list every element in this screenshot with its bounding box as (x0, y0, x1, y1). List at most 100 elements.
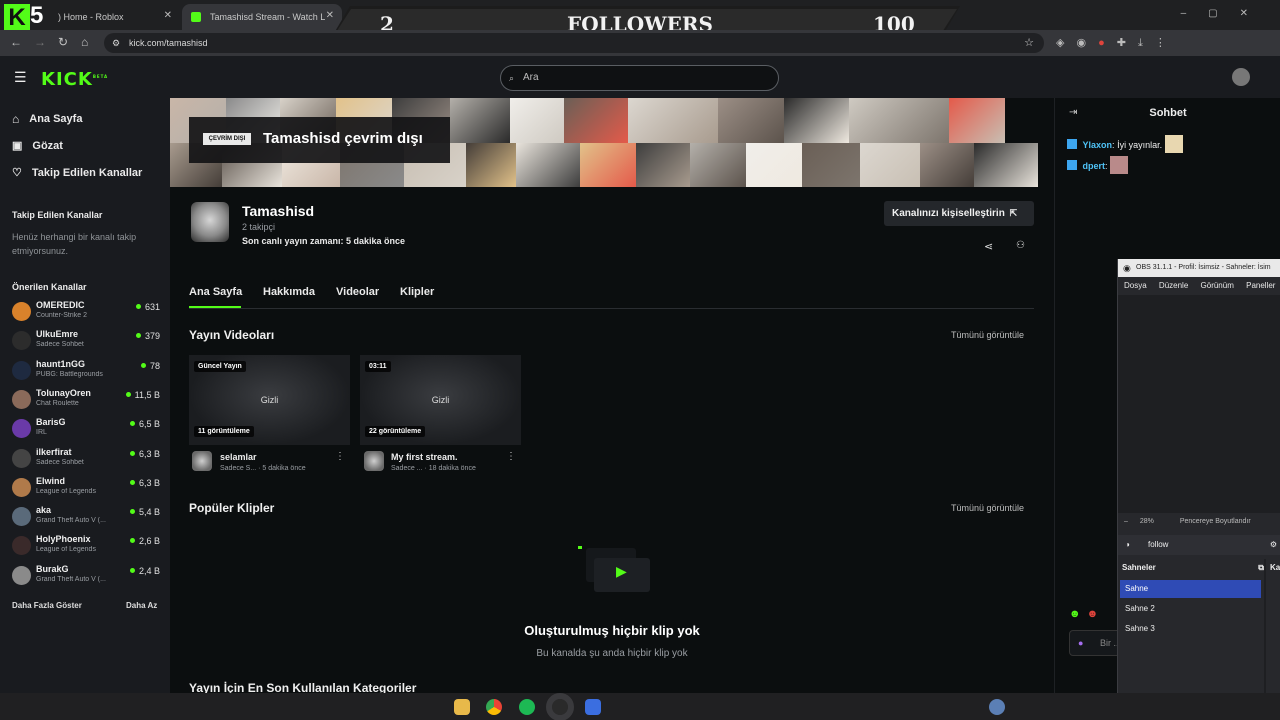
emote-icon[interactable]: ☻ (1069, 608, 1087, 620)
extension-icon[interactable]: ● (1098, 37, 1117, 49)
recommended-channel-item[interactable]: Elwind League of Legends 6,3 B (12, 475, 162, 503)
video-menu-icon[interactable]: ⋮ (506, 451, 516, 462)
video-title[interactable]: selamlar (220, 452, 257, 462)
recommended-channel-item[interactable]: BurakG Grand Theft Auto V (... 2,4 B (12, 563, 162, 591)
tab-kick[interactable]: Tamashisd Stream - Watch Live ✕ (182, 4, 342, 30)
sidebar-item-following[interactable]: ♡ Takip Edilen Kanallar (12, 166, 142, 180)
recommended-section-title: Önerilen Kanallar (12, 282, 87, 292)
obs-taskbar-icon[interactable] (546, 693, 574, 720)
banner-photo-tile (516, 142, 580, 187)
customize-channel-button[interactable]: Kanalınızı kişiselleştirin ⇱ (884, 201, 1034, 226)
site-info-icon[interactable]: ⚙ (112, 33, 120, 53)
viewer-count: 78 (141, 361, 160, 371)
gear-icon[interactable]: ⚙ (1270, 535, 1277, 555)
back-icon[interactable]: ← (10, 35, 22, 49)
obs-scene-item[interactable]: Sahne 2 (1120, 600, 1261, 618)
channel-name: Tamashisd (242, 203, 315, 219)
obs-fit-select[interactable]: Pencereye Boyutlandır (1180, 518, 1251, 525)
obs-scene-item[interactable]: Sahne 3 (1120, 620, 1261, 638)
spotify-icon[interactable] (519, 699, 535, 715)
forward-icon[interactable]: → (34, 35, 46, 49)
chat-title: Sohbet (1149, 107, 1187, 119)
channel-category: Grand Theft Auto V (... (36, 517, 106, 525)
bookmark-star-icon[interactable]: ☆ (1024, 33, 1034, 53)
chat-username[interactable]: dpert (1083, 161, 1106, 171)
close-icon[interactable]: ✕ (164, 10, 172, 21)
close-icon[interactable]: ✕ (326, 10, 334, 21)
video-card[interactable]: Güncel Yayın Gizli 11 görüntüleme (189, 355, 350, 445)
banner-photo-tile (920, 142, 974, 187)
close-window-icon[interactable]: ✕ (1240, 8, 1270, 19)
video-title[interactable]: My first stream. (391, 452, 458, 462)
recommended-channel-item[interactable]: HolyPhoenix League of Legends 2,6 B (12, 533, 162, 561)
home-icon[interactable]: ⌂ (81, 35, 88, 49)
recommended-channel-item[interactable]: TolunayOren Chat Roulette 11,5 B (12, 387, 162, 415)
chrome-icon[interactable] (486, 699, 502, 715)
address-bar[interactable]: ⚙ kick.com/tamashisd ☆ (104, 33, 1044, 53)
file-explorer-icon[interactable] (454, 699, 470, 715)
avatar (12, 477, 31, 497)
chat-username[interactable]: Ylaxon (1083, 140, 1113, 150)
minimize-icon[interactable]: – (1181, 8, 1209, 19)
puzzle-icon[interactable]: ✚ (1117, 37, 1138, 49)
videos-view-all-link[interactable]: Tümünü görüntüle (951, 330, 1024, 340)
recommended-channel-item[interactable]: ilkerfirat Sadece Sohbet 6,3 B (12, 446, 162, 474)
offline-badge: ÇEVRİM DIŞI (203, 133, 251, 145)
hamburger-menu-icon[interactable]: ☰ (14, 69, 27, 86)
maximize-icon[interactable]: ▢ (1208, 8, 1239, 19)
video-card[interactable]: 03:11 Gizli 22 görüntüleme (360, 355, 521, 445)
tab-videos[interactable]: Videolar (336, 286, 379, 298)
emote-icon[interactable]: ☻ (1087, 608, 1105, 620)
obs-menu-docks[interactable]: Paneller (1246, 281, 1275, 290)
zoom-out-icon[interactable]: – (1124, 518, 1128, 525)
reload-icon[interactable]: ↻ (58, 35, 68, 49)
show-less-button[interactable]: Daha Az (126, 601, 157, 610)
recommended-channel-item[interactable]: OMEREDIC Counter-Strike 2 631 (12, 299, 162, 327)
recommended-channel-item[interactable]: UlkuEmre Sadece Sohbet 379 (12, 328, 162, 356)
banner-photo-tile (580, 142, 636, 187)
extension-icon[interactable]: ◈ (1056, 37, 1076, 49)
emote-icon (1110, 156, 1129, 174)
viewer-count: 631 (136, 302, 160, 312)
chat-emote-bar: ☻☻ (1069, 608, 1104, 620)
user-settings-icon[interactable]: ⚇ (1016, 240, 1025, 251)
extension-icon[interactable]: ◉ (1076, 37, 1098, 49)
obs-menu-view[interactable]: Görünüm (1201, 281, 1234, 290)
recommended-channel-item[interactable]: haunt1nGG PUBG: Battlegrounds 78 (12, 358, 162, 386)
obs-menu-file[interactable]: Dosya (1124, 281, 1147, 290)
channel-avatar[interactable] (191, 202, 229, 242)
video-menu-icon[interactable]: ⋮ (335, 451, 345, 462)
search-input[interactable]: ⌕ Ara (500, 65, 779, 91)
kick-letter: K (4, 4, 30, 32)
download-icon[interactable]: ⤓ (1138, 37, 1155, 49)
weather-icon[interactable] (989, 699, 1005, 715)
show-more-button[interactable]: Daha Fazla Göster (12, 601, 82, 610)
banner-photo-tile (628, 98, 718, 143)
obs-logo-icon: ◉ (1123, 263, 1131, 273)
channel-category: League of Legends (36, 487, 96, 495)
avatar (12, 565, 31, 585)
sidebar-item-browse[interactable]: ▣ Gözat (12, 139, 63, 153)
tab-home[interactable]: Ana Sayfa (189, 286, 242, 298)
viewer-count: 6,3 B (130, 478, 160, 488)
obs-menu-edit[interactable]: Düzenle (1159, 281, 1188, 290)
obs-scene-item-selected[interactable]: Sahne (1120, 580, 1261, 598)
clips-view-all-link[interactable]: Tümünü görüntüle (951, 503, 1024, 513)
tab-clips[interactable]: Klipler (400, 286, 434, 298)
tab-about[interactable]: Hakkımda (263, 286, 315, 298)
avatar (12, 331, 31, 351)
recommended-channel-item[interactable]: BarisG IRL 6,5 B (12, 416, 162, 444)
obs-scenes-title: Sahneler (1122, 563, 1156, 572)
banner-photo-tile (636, 142, 690, 187)
banner-photo-tile (849, 98, 949, 143)
user-avatar[interactable] (1232, 68, 1250, 86)
roblox-icon[interactable] (585, 699, 601, 715)
menu-dots-icon[interactable]: ⋮ (1155, 37, 1178, 49)
viewer-count: 2,6 B (130, 536, 160, 546)
video-avatar (364, 451, 384, 471)
sidebar-item-home[interactable]: ⌂ Ana Sayfa (12, 112, 82, 126)
share-icon[interactable]: ⋖ (984, 240, 993, 253)
recommended-channel-item[interactable]: aka Grand Theft Auto V (... 5,4 B (12, 504, 162, 532)
kick-logo[interactable]: KICKBETA (41, 69, 108, 90)
obs-window: ◉ OBS 31.1.1 - Profil: İsimsiz - Sahnele… (1117, 259, 1280, 695)
